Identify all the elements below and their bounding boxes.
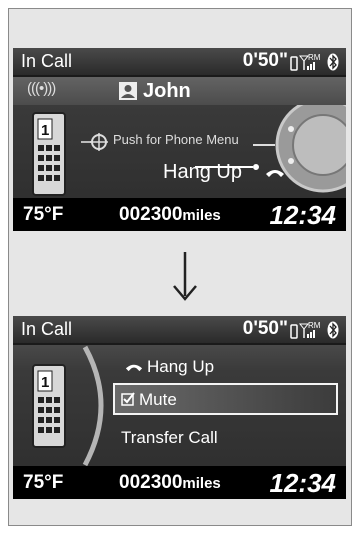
caller-name: John [143,80,191,102]
contact-icon [119,82,137,100]
menu-item-transfer-call[interactable]: Transfer Call [121,428,218,448]
roaming-indicator: RM [308,53,321,62]
menu-item-label: Hang Up [147,357,215,376]
menu-item-mute[interactable]: Mute [113,383,338,415]
outside-temperature: 75°F [23,204,64,225]
hang-up-label: Hang Up [163,161,242,183]
odometer-unit: miles [182,207,221,224]
svg-text:1: 1 [41,374,49,391]
screen-title: In Call [21,319,73,339]
bluetooth-icon [327,53,339,71]
clock: 12:34 [269,468,337,498]
info-bar: 75°F 002300miles 12:34 [13,198,346,231]
call-timer: 0'50" [242,318,288,339]
status-bar: In Call 0'50" RM [13,48,346,77]
status-icons: RM [290,321,339,339]
odometer: 002300miles [119,472,221,494]
call-timer: 0'50" [242,50,288,71]
menu-arc [82,345,104,466]
push-knob-icon [81,133,108,151]
call-signal-icon: (((•))) [27,80,56,97]
menu-illustration: 1 [32,345,104,466]
in-call-screen: In Call 0'50" RM (((•))) John 1 Push for… [13,48,346,231]
outside-temperature: 75°F [23,472,64,493]
odometer: 002300miles [119,204,221,226]
clock: 12:34 [269,200,337,230]
bluetooth-icon [327,321,339,339]
handset-icon [125,364,143,372]
svg-text:1: 1 [41,122,49,139]
odometer-value: 002300 [119,472,183,493]
status-bar: In Call 0'50" RM [13,316,346,345]
roaming-indicator: RM [308,321,321,330]
screen-title: In Call [21,51,73,71]
phone-device-icon: 1 [32,364,66,448]
phone-device-icon: 1 [32,112,66,196]
phone-device-icon [290,324,298,339]
odometer-unit: miles [182,475,221,492]
caller-row: (((•))) John [13,77,346,105]
down-arrow-icon [173,252,197,301]
check-icon [121,392,135,406]
menu-item-label: Mute [139,390,177,409]
handset-icon [266,170,284,177]
menu-item-label: Transfer Call [121,428,218,447]
info-bar: 75°F 002300miles 12:34 [13,466,346,499]
push-for-phone-menu-hint: Push for Phone Menu [113,132,239,147]
phone-menu-screen: In Call 0'50" RM 1 Hang Up Mute Transfer… [13,316,346,499]
call-illustration: 1 [32,105,346,196]
status-icons: RM [290,53,339,71]
phone-device-icon [290,56,298,71]
odometer-value: 002300 [119,204,183,225]
menu-item-hang-up[interactable]: Hang Up [125,357,214,377]
